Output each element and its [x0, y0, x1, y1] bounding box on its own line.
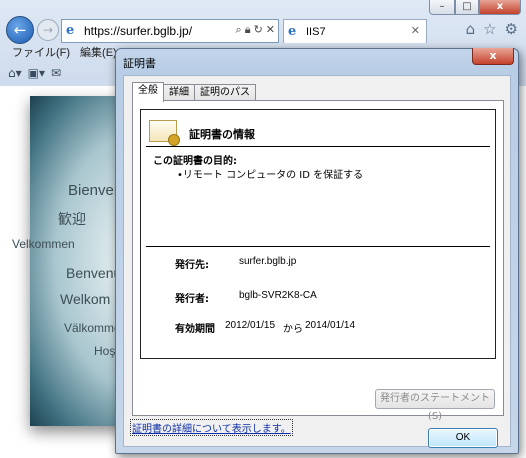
- toolbar-right: ⌂ ☆ ⚙: [466, 20, 518, 38]
- address-bar[interactable]: e https://surfer.bglb.jp/ ⌕ 🔒︎ ↻ ✕: [61, 19, 279, 43]
- valid-to: 2014/01/14: [305, 320, 356, 331]
- minimize-button[interactable]: –: [429, 0, 455, 15]
- issued-to-value: surfer.bglb.jp: [239, 256, 297, 267]
- divider: [146, 146, 490, 147]
- tab-close-icon[interactable]: ✕: [411, 24, 420, 37]
- browser-tab[interactable]: e IIS7 ✕: [283, 19, 427, 43]
- welcome-text: Hoş: [94, 344, 116, 358]
- lock-icon[interactable]: 🔒︎: [245, 23, 251, 37]
- gear-icon[interactable]: ⚙: [505, 20, 518, 38]
- menu-edit[interactable]: 編集(E): [80, 44, 117, 62]
- menu-file[interactable]: ファイル(F): [12, 44, 70, 62]
- rss-icon[interactable]: ▣▾: [28, 66, 45, 80]
- valid-separator: から: [283, 324, 303, 335]
- certificate-info-box: 証明書の情報 この証明書の目的: •リモート コンピュータの ID を保証する …: [140, 109, 496, 359]
- dialog-body: 全般 詳細 証明のパス 証明書の情報 この証明書の目的: •リモート コンピュー…: [123, 75, 511, 448]
- certificate-icon: [149, 120, 180, 146]
- valid-from: 2012/01/15: [225, 320, 276, 331]
- issued-by-label: 発行者:: [175, 294, 209, 305]
- certificate-details-link[interactable]: 証明書の詳細について表示します。: [130, 419, 293, 436]
- tab-general[interactable]: 全般: [132, 82, 164, 102]
- purpose-heading: この証明書の目的:: [153, 156, 237, 167]
- command-bar: ⌂▾ ▣▾ ✉: [8, 66, 61, 80]
- divider: [146, 246, 490, 247]
- general-panel: 証明書の情報 この証明書の目的: •リモート コンピュータの ID を保証する …: [132, 100, 504, 422]
- back-icon[interactable]: ←: [6, 16, 34, 44]
- welcome-text: Velkommen: [12, 237, 75, 251]
- dialog-tabs: 全般 詳細 証明のパス: [132, 82, 256, 102]
- welcome-text: Welkom: [60, 291, 111, 307]
- welcome-text: 歓迎: [58, 211, 86, 227]
- tab-certification-path[interactable]: 証明のパス: [194, 84, 256, 101]
- home-small-icon[interactable]: ⌂▾: [8, 66, 22, 80]
- dialog-close-button[interactable]: x: [472, 48, 514, 65]
- tab-details[interactable]: 詳細: [163, 84, 195, 101]
- ie-tab-icon: e: [288, 23, 297, 39]
- issuer-statement-button[interactable]: 発行者のステートメント(S): [375, 389, 495, 422]
- mail-icon[interactable]: ✉: [51, 66, 61, 80]
- issued-to-label: 発行先:: [175, 260, 209, 271]
- window-close-button[interactable]: x: [479, 0, 521, 15]
- search-icon[interactable]: ⌕: [236, 23, 242, 37]
- certificate-dialog: 証明書 x 全般 詳細 証明のパス 証明書の情報 この証明書の目的: •リモート…: [115, 48, 519, 454]
- window-controls: – □ x: [429, 0, 521, 15]
- tab-title: IIS7: [306, 25, 326, 38]
- forward-icon[interactable]: →: [37, 19, 59, 41]
- info-title: 証明書の情報: [189, 128, 255, 141]
- url-text[interactable]: https://surfer.bglb.jp/: [84, 24, 192, 38]
- dialog-title: 証明書: [123, 58, 156, 70]
- purpose-item: •リモート コンピュータの ID を保証する: [177, 170, 364, 181]
- refresh-icon[interactable]: ↻: [254, 23, 263, 37]
- validity-label: 有効期間: [175, 324, 215, 335]
- issued-by-value: bglb-SVR2K8-CA: [239, 290, 317, 301]
- home-icon[interactable]: ⌂: [466, 20, 476, 38]
- ok-button[interactable]: OK: [428, 428, 498, 448]
- close-icon[interactable]: ✕: [266, 23, 275, 37]
- ie-logo-icon: e: [66, 23, 75, 38]
- maximize-button[interactable]: □: [455, 0, 479, 15]
- star-icon[interactable]: ☆: [483, 20, 496, 38]
